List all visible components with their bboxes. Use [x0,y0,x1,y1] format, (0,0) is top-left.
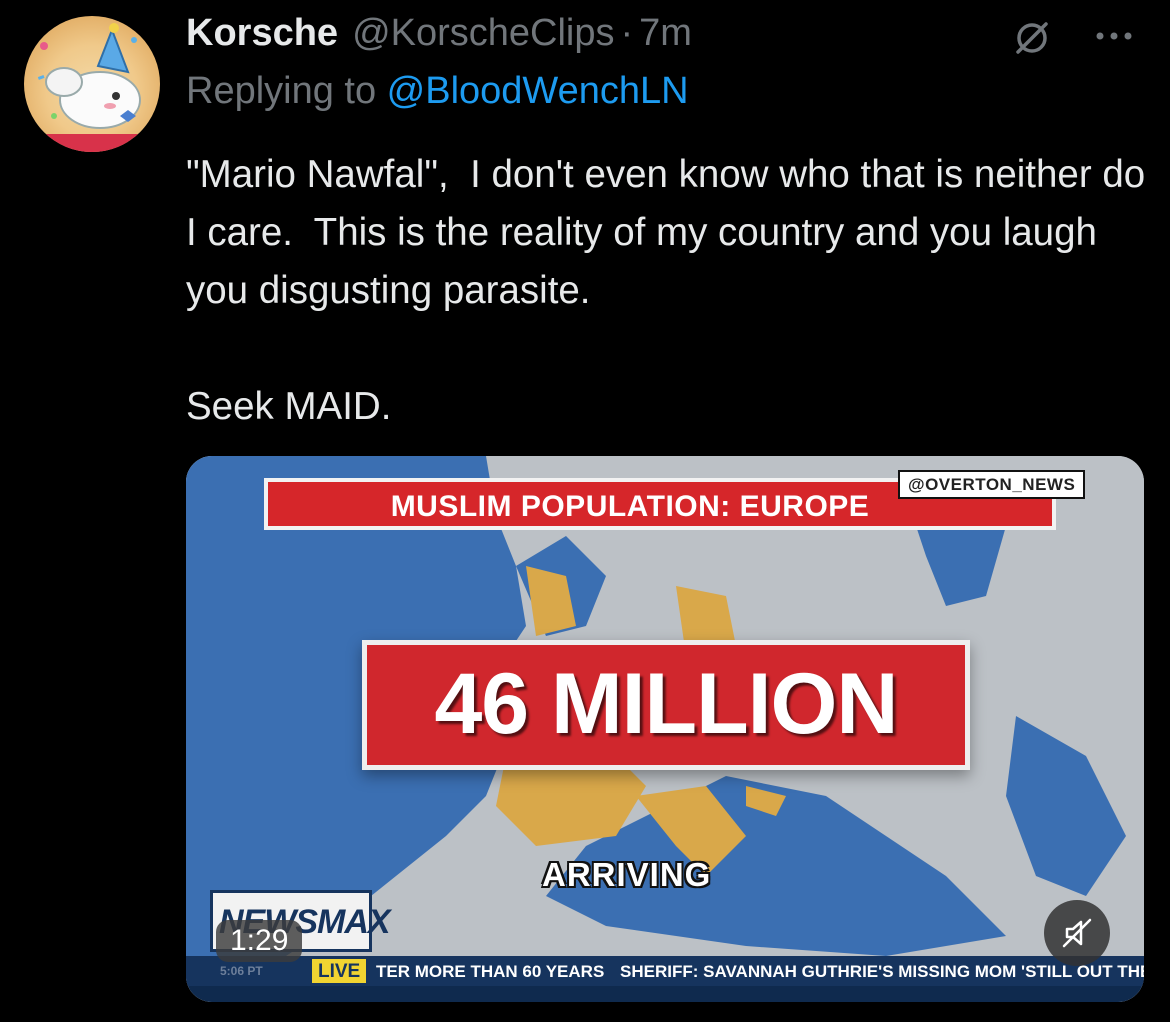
avatar-image [34,23,150,152]
separator-dot: · [620,12,634,54]
replying-prefix: Replying to [186,70,387,112]
ticker-time: 5:06 PT [220,964,263,978]
avatar[interactable] [24,16,160,152]
headline-text: 46 MILLION [434,656,898,752]
replying-to-line: Replying to @BloodWenchLN [186,70,689,113]
tweet-header: Korsche @KorscheClips · 7m [186,12,692,62]
replying-to-handle[interactable]: @BloodWenchLN [387,70,689,112]
more-dots-icon[interactable] [1090,24,1138,48]
speaker-muted-icon [1062,918,1092,948]
video-player[interactable]: MUSLIM POPULATION: EUROPE @OVERTON_NEWS … [186,456,1144,1002]
ticker-text: SHERIFF: SAVANNAH GUTHRIE'S MISSING MOM … [620,962,1144,981]
subheadline-text: ARRIVING [542,856,712,893]
user-handle[interactable]: @KorscheClips [352,12,614,55]
headline-box: 46 MILLION [362,640,970,770]
news-ticker: 5:06 PT LIVE TER MORE THAN 60 YEARS SHER… [186,956,1144,986]
muted-slash-icon [1016,22,1048,54]
timestamp[interactable]: 7m [639,12,692,55]
display-name[interactable]: Korsche [186,12,338,55]
watermark-label: @OVERTON_NEWS [898,470,1086,499]
video-duration: 1:29 [216,920,303,962]
ticker-text: TER MORE THAN 60 YEARS [376,962,605,981]
tweet-text: "Mario Nawfal", I don't even know who th… [186,153,1146,428]
live-badge: LIVE [312,959,367,983]
mute-toggle-button[interactable] [1044,900,1110,966]
